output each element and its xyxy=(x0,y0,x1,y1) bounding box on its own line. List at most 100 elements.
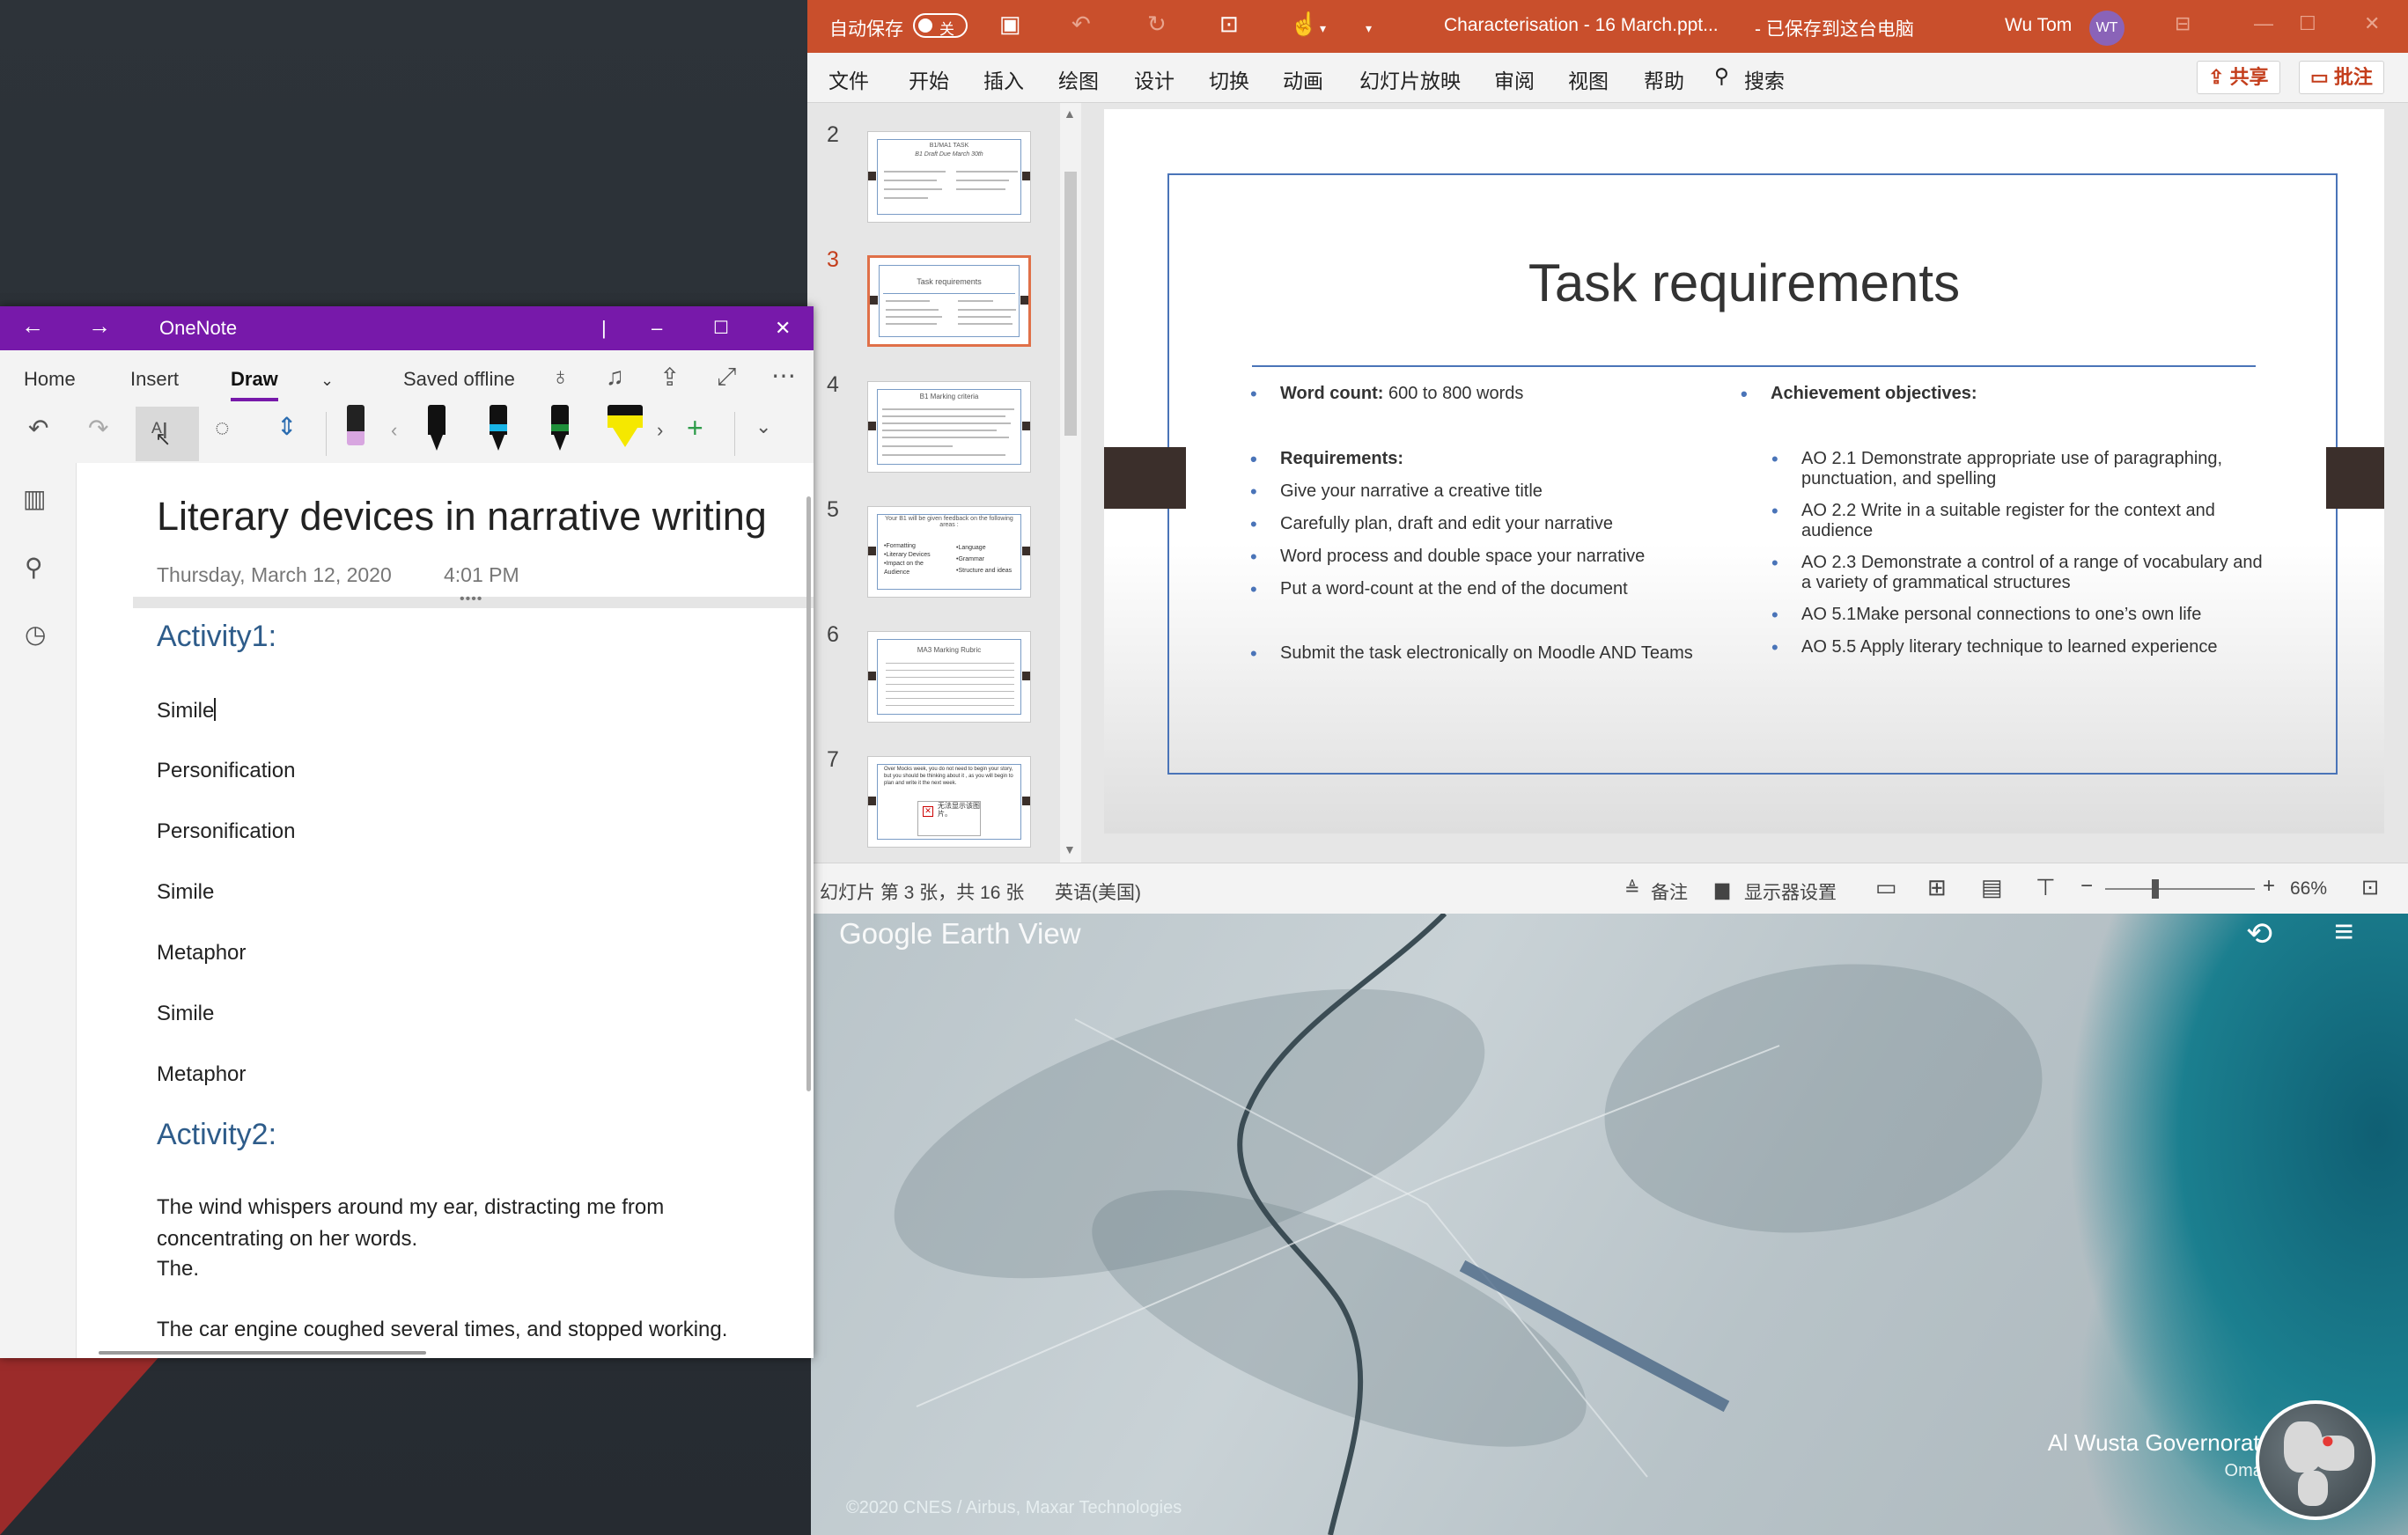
close-icon[interactable]: ✕ xyxy=(775,317,791,340)
green-pen[interactable] xyxy=(548,405,572,454)
zoom-in-icon[interactable]: + xyxy=(2263,874,2275,899)
forward-icon[interactable]: → xyxy=(88,312,111,340)
black-pen[interactable] xyxy=(424,405,449,454)
menu-view[interactable]: 视图 xyxy=(1568,64,1609,94)
note-line[interactable]: Simile xyxy=(157,1002,214,1026)
comments-button[interactable]: ▭ 批注 xyxy=(2299,61,2384,94)
lightbulb-icon[interactable]: ♁ xyxy=(551,363,570,391)
reading-view-icon[interactable]: ▤ xyxy=(1981,874,2003,901)
activity2-heading[interactable]: Activity2: xyxy=(157,1118,276,1152)
language-indicator[interactable]: 英语(美国) xyxy=(1055,878,1141,905)
scroll-down-icon[interactable]: ▼ xyxy=(1064,842,1076,856)
search-label[interactable]: 搜索 xyxy=(1744,64,1785,94)
fullscreen-icon[interactable]: ⤢ xyxy=(717,363,736,392)
minimize-icon[interactable]: – xyxy=(652,317,662,340)
menu-review[interactable]: 审阅 xyxy=(1494,64,1535,94)
menu-home[interactable]: 开始 xyxy=(909,64,949,94)
add-space-icon[interactable]: ⇕ xyxy=(276,412,297,441)
scroll-right-icon[interactable]: › xyxy=(657,419,663,442)
minimize-icon[interactable]: — xyxy=(2254,12,2273,35)
more-icon[interactable]: ⋯ xyxy=(771,361,796,390)
scrollbar-thumb[interactable] xyxy=(1064,172,1077,436)
save-icon[interactable]: ▣ xyxy=(999,11,1021,38)
zoom-slider-thumb[interactable] xyxy=(2152,879,2159,899)
close-icon[interactable]: ✕ xyxy=(2364,12,2380,35)
menu-slideshow[interactable]: 幻灯片放映 xyxy=(1359,64,1461,94)
normal-view-icon[interactable]: ▭ xyxy=(1875,874,1897,901)
slide-thumbnail-2[interactable]: B1/MA1 TASK B1 Draft Due March 30th xyxy=(867,131,1031,223)
note-container-handle[interactable]: •••• xyxy=(133,591,814,608)
ribbon-display-icon[interactable]: ⊟ xyxy=(2175,12,2191,35)
zoom-out-icon[interactable]: − xyxy=(2080,874,2093,899)
zoom-level[interactable]: 66% xyxy=(2290,878,2327,900)
menu-insert[interactable]: 插入 xyxy=(983,64,1024,94)
menu-icon[interactable]: ≡ xyxy=(2334,914,2353,951)
autosave-toggle[interactable]: 关 xyxy=(913,13,968,38)
touch-dropdown-icon[interactable]: ▾ xyxy=(1320,21,1326,36)
fit-to-window-icon[interactable]: ⊡ xyxy=(2361,875,2379,900)
recent-icon[interactable]: ◷ xyxy=(25,620,46,649)
menu-transitions[interactable]: 切换 xyxy=(1209,64,1249,94)
menu-file[interactable]: 文件 xyxy=(828,64,869,94)
back-icon[interactable]: ← xyxy=(21,312,44,340)
activity1-heading[interactable]: Activity1: xyxy=(157,620,276,654)
note-line[interactable]: Metaphor xyxy=(157,1062,246,1087)
touch-mode-icon[interactable]: ☝ xyxy=(1290,11,1318,38)
search-icon[interactable]: ⚲ xyxy=(25,553,43,582)
notebooks-icon[interactable]: ▥ xyxy=(23,484,46,513)
scroll-up-icon[interactable]: ▲ xyxy=(1064,106,1076,121)
yellow-highlighter[interactable] xyxy=(606,405,644,454)
slide-thumbnail-3-selected[interactable]: Task requirements xyxy=(867,255,1031,347)
tab-draw[interactable]: Draw xyxy=(231,368,278,391)
scroll-left-icon[interactable]: ‹ xyxy=(391,419,397,442)
cyan-pen[interactable] xyxy=(486,405,511,454)
note-line[interactable]: Personification xyxy=(157,759,295,783)
slide-title[interactable]: Task requirements xyxy=(1104,253,2384,313)
page-horizontal-scrollbar[interactable] xyxy=(99,1351,426,1355)
menu-animations[interactable]: 动画 xyxy=(1283,64,1323,94)
display-settings-button[interactable]: 显示器设置 xyxy=(1744,878,1837,905)
menu-draw[interactable]: 绘图 xyxy=(1058,64,1099,94)
redo-icon[interactable]: ↷ xyxy=(88,414,108,443)
note-line[interactable]: Simile xyxy=(157,880,214,905)
menu-design[interactable]: 设计 xyxy=(1134,64,1175,94)
eraser-tool[interactable] xyxy=(343,405,368,454)
notes-icon[interactable]: ≜ xyxy=(1624,878,1640,900)
slide-thumbnail-7[interactable]: Over Mocks week, you do not need to begi… xyxy=(867,756,1031,848)
chevron-down-icon[interactable]: ⌄ xyxy=(320,371,334,390)
share-icon[interactable]: ⇪ xyxy=(659,363,680,392)
thumbnail-scrollbar[interactable]: ▲ ▼ xyxy=(1060,103,1081,863)
slide-sorter-icon[interactable]: ⊞ xyxy=(1927,874,1947,901)
current-slide[interactable]: Task requirements Word count: 600 to 800… xyxy=(1104,109,2384,834)
customize-toolbar-icon[interactable]: ▾ xyxy=(1366,21,1372,36)
lasso-select-icon[interactable]: ◌ xyxy=(215,414,230,442)
redo-icon[interactable]: ↻ xyxy=(1147,11,1167,38)
notes-button[interactable]: 备注 xyxy=(1651,878,1688,905)
note-line[interactable]: The. xyxy=(157,1257,199,1282)
slide-thumbnail-5[interactable]: Your B1 will be given feedback on the fo… xyxy=(867,506,1031,598)
add-pen-icon[interactable]: + xyxy=(687,412,703,444)
tab-insert[interactable]: Insert xyxy=(130,368,179,391)
share-button[interactable]: ⇪ 共享 xyxy=(2197,61,2280,94)
globe-icon[interactable]: ● xyxy=(2256,1400,2375,1520)
expand-ribbon-icon[interactable]: ⌄ xyxy=(755,415,771,438)
undo-icon[interactable]: ↶ xyxy=(1071,11,1091,38)
present-icon[interactable]: ⊡ xyxy=(1219,11,1239,38)
slide-thumbnail-4[interactable]: B1 Marking criteria xyxy=(867,381,1031,473)
history-icon[interactable]: ⟲ xyxy=(2246,915,2272,952)
menu-help[interactable]: 帮助 xyxy=(1644,64,1684,94)
note-line[interactable]: Personification xyxy=(157,819,295,844)
note-line[interactable]: Simile xyxy=(157,698,217,723)
maximize-icon[interactable]: ☐ xyxy=(713,317,729,339)
page-title[interactable]: Literary devices in narrative writing xyxy=(157,494,767,540)
note-line[interactable]: Metaphor xyxy=(157,941,246,966)
slide-thumbnail-6[interactable]: MA3 Marking Rubric xyxy=(867,631,1031,723)
maximize-icon[interactable]: ☐ xyxy=(2299,12,2316,35)
search-icon[interactable]: ⚲ xyxy=(1714,64,1729,88)
page-vertical-scrollbar[interactable] xyxy=(806,496,811,1091)
tab-home[interactable]: Home xyxy=(24,368,76,391)
display-settings-icon[interactable]: ▆ xyxy=(1715,878,1729,900)
zoom-slider[interactable] xyxy=(2105,888,2255,890)
note-page[interactable]: Literary devices in narrative writing Th… xyxy=(77,463,814,1358)
undo-icon[interactable]: ↶ xyxy=(28,414,48,443)
